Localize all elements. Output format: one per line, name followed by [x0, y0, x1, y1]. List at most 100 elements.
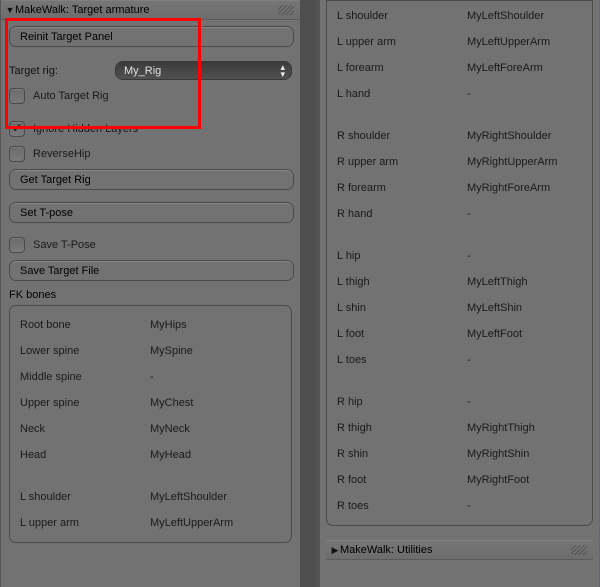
bone-target-label: -	[150, 371, 281, 383]
checkbox-label: Auto Target Rig	[33, 90, 109, 102]
bone-target-label: MySpine	[150, 345, 281, 357]
bone-target-label: -	[467, 354, 582, 366]
reinit-target-panel-button[interactable]: Reinit Target Panel	[9, 26, 294, 47]
bone-source-label: Upper spine	[20, 397, 150, 409]
bone-target-label: MyNeck	[150, 423, 281, 435]
bone-mapping-row: L shinMyLeftShin	[337, 295, 582, 321]
bone-target-label: -	[467, 396, 582, 408]
bone-target-label: -	[467, 500, 582, 512]
bone-target-label: MyLeftThigh	[467, 276, 582, 288]
disclosure-down-icon: ▼	[5, 5, 15, 15]
bone-mapping-row: R forearmMyRightForeArm	[337, 175, 582, 201]
bone-mapping-row: L footMyLeftFoot	[337, 321, 582, 347]
bone-mapping-row: L upper armMyLeftUpperArm	[337, 29, 582, 55]
updown-icon: ▴▾	[280, 64, 285, 78]
bone-source-label: L thigh	[337, 276, 467, 288]
bone-source-label: R foot	[337, 474, 467, 486]
bone-target-label: MyChest	[150, 397, 281, 409]
bone-source-label: L toes	[337, 354, 467, 366]
bone-source-label: R upper arm	[337, 156, 467, 168]
bone-source-label: L forearm	[337, 62, 467, 74]
bone-target-label: MyLeftUpperArm	[150, 517, 281, 529]
bone-target-label: MyRightFoot	[467, 474, 582, 486]
bone-source-label: L hand	[337, 88, 467, 100]
bone-mapping-row: Middle spine-	[20, 364, 281, 390]
panel-drag-icon[interactable]	[278, 5, 294, 15]
bone-source-label: L upper arm	[337, 36, 467, 48]
get-target-rig-button[interactable]: Get Target Rig	[9, 169, 294, 190]
bone-source-label: R shoulder	[337, 130, 467, 142]
bone-source-label: R hip	[337, 396, 467, 408]
bone-target-label: -	[467, 208, 582, 220]
bone-mapping-row: HeadMyHead	[20, 442, 281, 468]
panel-divider[interactable]	[300, 0, 319, 587]
panel-title: MakeWalk: Target armature	[15, 4, 150, 16]
bone-mapping-row: R upper armMyRightUpperArm	[337, 149, 582, 175]
bone-source-label: L shin	[337, 302, 467, 314]
bone-source-label: L shoulder	[337, 10, 467, 22]
panel-header-utilities[interactable]: ▶ MakeWalk: Utilities	[326, 540, 593, 560]
bone-target-label: MyRightShin	[467, 448, 582, 460]
bone-target-label: MyRightForeArm	[467, 182, 582, 194]
bone-mapping-row: R shoulderMyRightShoulder	[337, 123, 582, 149]
bone-target-label: MyRightShoulder	[467, 130, 582, 142]
button-label: Reinit Target Panel	[20, 31, 113, 43]
bone-mapping-row: R hand-	[337, 201, 582, 227]
bone-target-label: MyHead	[150, 449, 281, 461]
bone-mapping-row: L toes-	[337, 347, 582, 373]
checkbox-label: Ignore Hidden Layers	[33, 123, 138, 135]
bone-target-label: MyLeftShoulder	[467, 10, 582, 22]
panel-header-target-armature[interactable]: ▼ MakeWalk: Target armature	[1, 0, 300, 20]
bone-source-label: R forearm	[337, 182, 467, 194]
bone-source-label: Head	[20, 449, 150, 461]
bone-mapping-row: Upper spineMyChest	[20, 390, 281, 416]
panel-drag-icon[interactable]	[571, 545, 587, 555]
bone-mapping-row: L shoulderMyLeftShoulder	[20, 484, 281, 510]
save-tpose-checkbox[interactable]	[9, 237, 25, 253]
ignore-hidden-layers-checkbox[interactable]	[9, 121, 25, 137]
target-rig-dropdown[interactable]: My_Rig ▴▾	[115, 61, 292, 80]
bone-target-label: MyLeftUpperArm	[467, 36, 582, 48]
bone-source-label: Lower spine	[20, 345, 150, 357]
bone-target-label: MyLeftFoot	[467, 328, 582, 340]
checkbox-label: ReverseHip	[33, 148, 90, 160]
bone-mapping-row: L shoulderMyLeftShoulder	[337, 3, 582, 29]
bone-target-label: MyRightThigh	[467, 422, 582, 434]
bone-source-label: R shin	[337, 448, 467, 460]
bone-source-label: R toes	[337, 500, 467, 512]
bone-source-label: Root bone	[20, 319, 150, 331]
bone-target-label: MyHips	[150, 319, 281, 331]
fk-bones-title: FK bones	[9, 289, 292, 301]
auto-target-rig-checkbox[interactable]	[9, 88, 25, 104]
bone-source-label: L shoulder	[20, 491, 150, 503]
disclosure-right-icon: ▶	[330, 545, 340, 556]
dropdown-value: My_Rig	[124, 65, 161, 77]
bone-source-label: L upper arm	[20, 517, 150, 529]
bone-mapping-row: R shinMyRightShin	[337, 441, 582, 467]
bone-mapping-row: R toes-	[337, 493, 582, 519]
bone-mapping-row: L forearmMyLeftForeArm	[337, 55, 582, 81]
button-label: Save Target File	[20, 265, 99, 277]
reverse-hip-checkbox[interactable]	[9, 146, 25, 162]
bone-source-label: R hand	[337, 208, 467, 220]
bone-mapping-row: NeckMyNeck	[20, 416, 281, 442]
checkbox-label: Save T-Pose	[33, 239, 96, 251]
button-label: Get Target Rig	[20, 174, 91, 186]
bone-mapping-row: L hip-	[337, 243, 582, 269]
bone-target-label: MyLeftShoulder	[150, 491, 281, 503]
set-tpose-button[interactable]: Set T-pose	[9, 202, 294, 223]
bone-mapping-row: L hand-	[337, 81, 582, 107]
bone-source-label: Middle spine	[20, 371, 150, 383]
fk-bones-box: Root boneMyHipsLower spineMySpineMiddle …	[9, 305, 292, 543]
bone-mapping-row: R hip-	[337, 389, 582, 415]
bone-mapping-row: R thighMyRightThigh	[337, 415, 582, 441]
bone-mapping-row: L thighMyLeftThigh	[337, 269, 582, 295]
button-label: Set T-pose	[20, 207, 73, 219]
save-target-file-button[interactable]: Save Target File	[9, 260, 294, 281]
bone-source-label: L foot	[337, 328, 467, 340]
bone-target-label: MyRightUpperArm	[467, 156, 582, 168]
bone-mapping-row: Root boneMyHips	[20, 312, 281, 338]
target-rig-label: Target rig:	[9, 65, 115, 77]
bone-mapping-row: Lower spineMySpine	[20, 338, 281, 364]
bone-source-label: R thigh	[337, 422, 467, 434]
